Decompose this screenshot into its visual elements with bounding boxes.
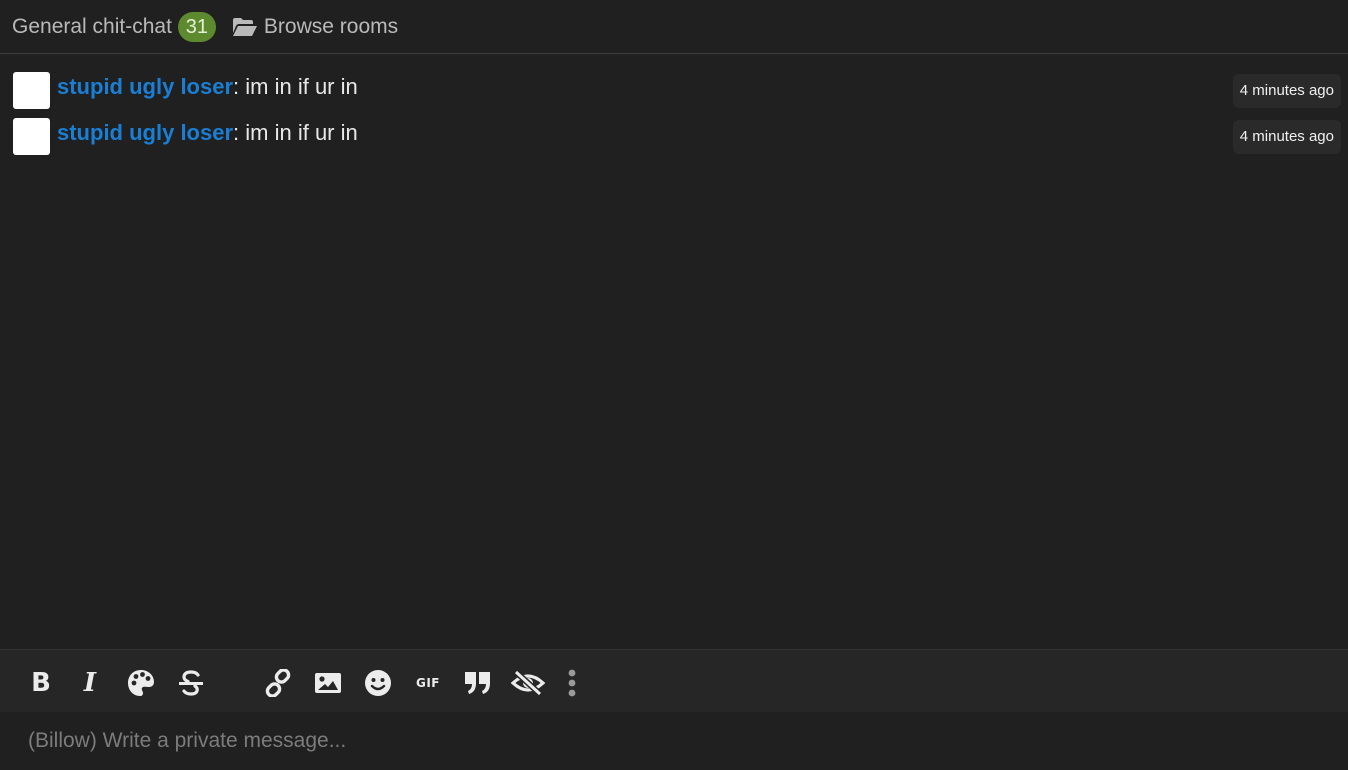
spoiler-button[interactable] [511,668,545,698]
avatar[interactable] [13,71,50,109]
link-icon [265,669,291,697]
message-row: stupid ugly loser: im in if ur in 4 minu… [13,71,1341,109]
image-icon [315,673,341,693]
color-button[interactable] [126,668,156,698]
open-folder-icon [232,17,257,36]
message-text: im in if ur in [245,120,358,145]
message-body: stupid ugly loser: im in if ur in [57,120,358,146]
room-title[interactable]: General chit-chat [12,15,172,39]
emoji-button[interactable] [363,668,393,698]
message-timestamp: 4 minutes ago [1232,74,1341,108]
strikethrough-icon [179,670,203,696]
gif-icon: GIF [415,676,440,690]
message-author[interactable]: stupid ugly loser [57,120,233,145]
bold-icon: B [31,668,51,698]
avatar[interactable] [13,117,50,155]
quote-button[interactable] [463,668,493,698]
more-icon [568,669,576,697]
room-header: General chit-chat 31 Browse rooms [0,0,1348,54]
message-separator: : [233,120,246,145]
quote-icon [465,672,490,694]
message-author[interactable]: stupid ugly loser [57,74,233,99]
browse-rooms-label: Browse rooms [263,14,399,38]
hidden-eye-icon [511,669,545,697]
message-text: im in if ur in [245,74,358,99]
link-button[interactable] [263,668,293,698]
emoji-icon [365,670,391,696]
message-input[interactable] [0,712,1320,770]
image-button[interactable] [313,668,343,698]
message-separator: : [233,74,246,99]
message-body: stupid ugly loser: im in if ur in [57,74,358,100]
formatting-toolbar: B I GIF [0,649,1348,712]
message-list[interactable]: stupid ugly loser: im in if ur in 4 minu… [0,55,1348,649]
message-timestamp: 4 minutes ago [1232,120,1341,154]
message-row: stupid ugly loser: im in if ur in 4 minu… [13,117,1341,155]
more-options-button[interactable] [557,668,587,698]
palette-icon [128,670,154,696]
italic-button[interactable]: I [75,668,105,698]
unread-count-badge: 31 [177,11,216,42]
gif-button[interactable]: GIF [413,668,443,698]
bold-button[interactable]: B [26,668,56,698]
italic-icon: I [83,668,97,698]
strikethrough-button[interactable] [176,668,206,698]
message-composer [0,712,1348,770]
browse-rooms-button[interactable]: Browse rooms [232,15,398,39]
